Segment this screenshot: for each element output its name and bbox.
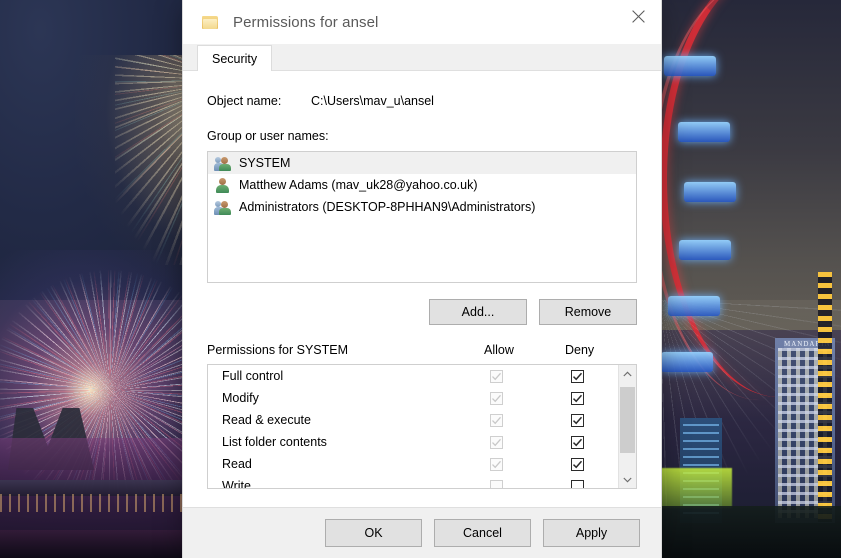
list-item-label: Matthew Adams (mav_uk28@yahoo.co.uk) bbox=[239, 178, 478, 192]
permissions-scrollbar[interactable] bbox=[618, 365, 636, 488]
foreground-right bbox=[655, 506, 841, 558]
deny-checkbox[interactable] bbox=[571, 457, 584, 471]
chevron-up-icon bbox=[623, 371, 632, 376]
dialog-body: Object name: C:\Users\mav_u\ansel Group … bbox=[183, 71, 661, 507]
tab-security-label: Security bbox=[212, 51, 258, 66]
table-row[interactable]: Full control bbox=[208, 365, 618, 387]
object-name-label: Object name: bbox=[207, 94, 282, 108]
check-icon bbox=[572, 416, 583, 424]
allow-checkbox[interactable] bbox=[490, 479, 503, 488]
folder-icon bbox=[202, 15, 218, 29]
scroll-up-button[interactable] bbox=[619, 365, 636, 382]
allow-checkbox[interactable] bbox=[490, 391, 503, 405]
deny-checkbox[interactable] bbox=[571, 369, 584, 383]
list-item[interactable]: SYSTEM bbox=[208, 152, 636, 174]
object-name-value: C:\Users\mav_u\ansel bbox=[311, 94, 434, 108]
dialog-titlebar: Permissions for ansel bbox=[183, 0, 661, 44]
allow-column-header: Allow bbox=[484, 343, 514, 357]
permissions-rows: Full control Modify Read & execute List … bbox=[208, 365, 618, 488]
ferris-cabin bbox=[664, 56, 716, 76]
deny-checkbox[interactable] bbox=[571, 391, 584, 405]
ok-button[interactable]: OK bbox=[325, 519, 422, 547]
check-icon bbox=[492, 438, 501, 446]
allow-checkbox[interactable] bbox=[490, 413, 503, 427]
permission-label: Read & execute bbox=[222, 413, 311, 427]
check-icon bbox=[492, 394, 501, 402]
check-icon bbox=[572, 372, 583, 380]
cancel-button[interactable]: Cancel bbox=[434, 519, 531, 547]
table-row[interactable]: Read & execute bbox=[208, 409, 618, 431]
users-group-icon bbox=[214, 155, 232, 171]
deny-checkbox[interactable] bbox=[571, 479, 584, 488]
remove-button[interactable]: Remove bbox=[539, 299, 637, 325]
ferris-cabin bbox=[679, 240, 731, 260]
table-row[interactable]: List folder contents bbox=[208, 431, 618, 453]
ferris-cabin bbox=[684, 182, 736, 202]
dialog-footer: OK Cancel Apply bbox=[183, 507, 661, 558]
permission-label: List folder contents bbox=[222, 435, 327, 449]
add-button[interactable]: Add... bbox=[429, 299, 527, 325]
list-item[interactable]: Administrators (DESKTOP-8PHHAN9\Administ… bbox=[208, 196, 636, 218]
dialog-title: Permissions for ansel bbox=[233, 13, 379, 31]
object-name-row: Object name: C:\Users\mav_u\ansel bbox=[207, 94, 637, 108]
table-row[interactable]: Modify bbox=[208, 387, 618, 409]
permissions-header: Permissions for SYSTEM Allow Deny bbox=[207, 343, 637, 359]
ferris-cabin bbox=[668, 296, 720, 316]
allow-checkbox[interactable] bbox=[490, 369, 503, 383]
scrollbar-thumb[interactable] bbox=[620, 387, 635, 453]
close-button[interactable] bbox=[615, 0, 661, 32]
check-icon bbox=[572, 460, 583, 468]
deny-checkbox[interactable] bbox=[571, 413, 584, 427]
group-or-user-names-list[interactable]: SYSTEM Matthew Adams (mav_uk28@yahoo.co.… bbox=[207, 151, 637, 283]
apply-button[interactable]: Apply bbox=[543, 519, 640, 547]
check-icon bbox=[492, 372, 501, 380]
check-icon bbox=[492, 416, 501, 424]
check-icon bbox=[572, 438, 583, 446]
lit-low-building bbox=[660, 468, 732, 508]
deny-column-header: Deny bbox=[565, 343, 595, 357]
check-icon bbox=[492, 460, 501, 468]
user-icon bbox=[214, 177, 232, 193]
allow-checkbox[interactable] bbox=[490, 435, 503, 449]
permission-label: Write bbox=[222, 479, 251, 488]
scroll-down-button[interactable] bbox=[619, 471, 636, 488]
chevron-down-icon bbox=[623, 477, 632, 482]
table-row[interactable]: Read bbox=[208, 453, 618, 475]
list-item-label: Administrators (DESKTOP-8PHHAN9\Administ… bbox=[239, 200, 536, 214]
allow-checkbox[interactable] bbox=[490, 457, 503, 471]
screen: MANDARIN Permissions for ansel Security bbox=[0, 0, 841, 558]
permissions-title: Permissions for SYSTEM bbox=[207, 343, 349, 357]
table-row[interactable]: Write bbox=[208, 475, 618, 488]
list-item-label: SYSTEM bbox=[239, 156, 291, 170]
ferris-cabin bbox=[661, 352, 713, 372]
foreground-left bbox=[0, 530, 190, 558]
users-group-icon bbox=[214, 199, 232, 215]
deny-checkbox[interactable] bbox=[571, 435, 584, 449]
close-icon bbox=[631, 9, 645, 23]
bridge-lights bbox=[0, 494, 188, 512]
list-action-buttons: Add... Remove bbox=[207, 299, 637, 325]
tab-strip: Security bbox=[183, 44, 661, 71]
list-item[interactable]: Matthew Adams (mav_uk28@yahoo.co.uk) bbox=[208, 174, 636, 196]
permissions-dialog: Permissions for ansel Security Object na… bbox=[183, 0, 661, 558]
ferris-cabin bbox=[678, 122, 730, 142]
permissions-list: Full control Modify Read & execute List … bbox=[207, 364, 637, 489]
tower-light-strip bbox=[818, 272, 832, 522]
permission-label: Modify bbox=[222, 391, 259, 405]
check-icon bbox=[572, 394, 583, 402]
permission-label: Full control bbox=[222, 369, 284, 383]
group-or-user-names-label: Group or user names: bbox=[207, 129, 329, 143]
tab-security[interactable]: Security bbox=[197, 45, 273, 71]
permission-label: Read bbox=[222, 457, 252, 471]
